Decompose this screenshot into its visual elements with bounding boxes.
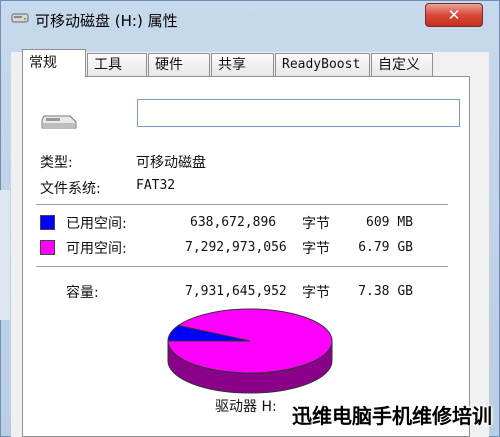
tab-general[interactable]: 常规 — [22, 49, 86, 77]
free-space-unit: 字节 — [302, 241, 330, 257]
close-button[interactable]: ✕ — [425, 3, 483, 27]
divider — [36, 266, 448, 267]
window-title: 可移动磁盘 (H:) 属性 — [35, 12, 178, 30]
file-system-value: FAT32 — [136, 178, 176, 193]
used-space-unit: 字节 — [302, 216, 330, 232]
divider — [36, 204, 448, 205]
tab-tools[interactable]: 工具 — [87, 53, 147, 76]
tab-hardware[interactable]: 硬件 — [148, 53, 210, 76]
capacity-bytes: 7,931,645,952 — [185, 284, 287, 299]
used-space-size: 609 MB — [366, 215, 413, 230]
capacity-label: 容量: — [66, 285, 99, 301]
file-system-label: 文件系统: — [40, 181, 101, 197]
tab-label: 常规 — [29, 55, 57, 71]
tab-readyboost[interactable]: ReadyBoost — [275, 53, 370, 76]
type-label: 类型: — [40, 155, 73, 171]
drive-icon — [11, 13, 29, 23]
tab-sharing[interactable]: 共享 — [211, 53, 274, 76]
tab-strip: 常规 工具 硬件 共享 ReadyBoost 自定义 — [22, 49, 492, 77]
removable-drive-icon — [41, 115, 77, 129]
free-space-label: 可用空间: — [66, 241, 127, 257]
capacity-unit: 字节 — [302, 285, 330, 301]
used-space-label: 已用空间: — [66, 216, 127, 232]
tab-customize[interactable]: 自定义 — [371, 53, 433, 76]
drive-label: 驱动器 H: — [215, 399, 277, 415]
free-space-swatch — [40, 240, 55, 255]
type-value: 可移动磁盘 — [136, 155, 206, 171]
tab-label: 共享 — [218, 57, 246, 73]
tab-label: 硬件 — [155, 57, 183, 73]
used-space-swatch — [40, 215, 55, 230]
tab-label: ReadyBoost — [282, 57, 361, 72]
watermark: 迅维电脑手机维修培训 — [292, 404, 492, 428]
used-space-bytes: 638,672,896 — [190, 215, 277, 230]
free-space-size: 6.79 GB — [358, 240, 413, 255]
free-space-bytes: 7,292,973,056 — [185, 240, 287, 255]
disk-usage-pie — [167, 308, 333, 394]
capacity-size: 7.38 GB — [358, 284, 413, 299]
title-bar[interactable]: 可移动磁盘 (H:) 属性 ✕ — [1, 1, 499, 39]
left-edge — [0, 190, 10, 320]
tab-label: 工具 — [94, 57, 122, 73]
close-icon: ✕ — [447, 6, 461, 24]
drive-name-input[interactable] — [137, 99, 460, 127]
tab-label: 自定义 — [378, 57, 420, 73]
